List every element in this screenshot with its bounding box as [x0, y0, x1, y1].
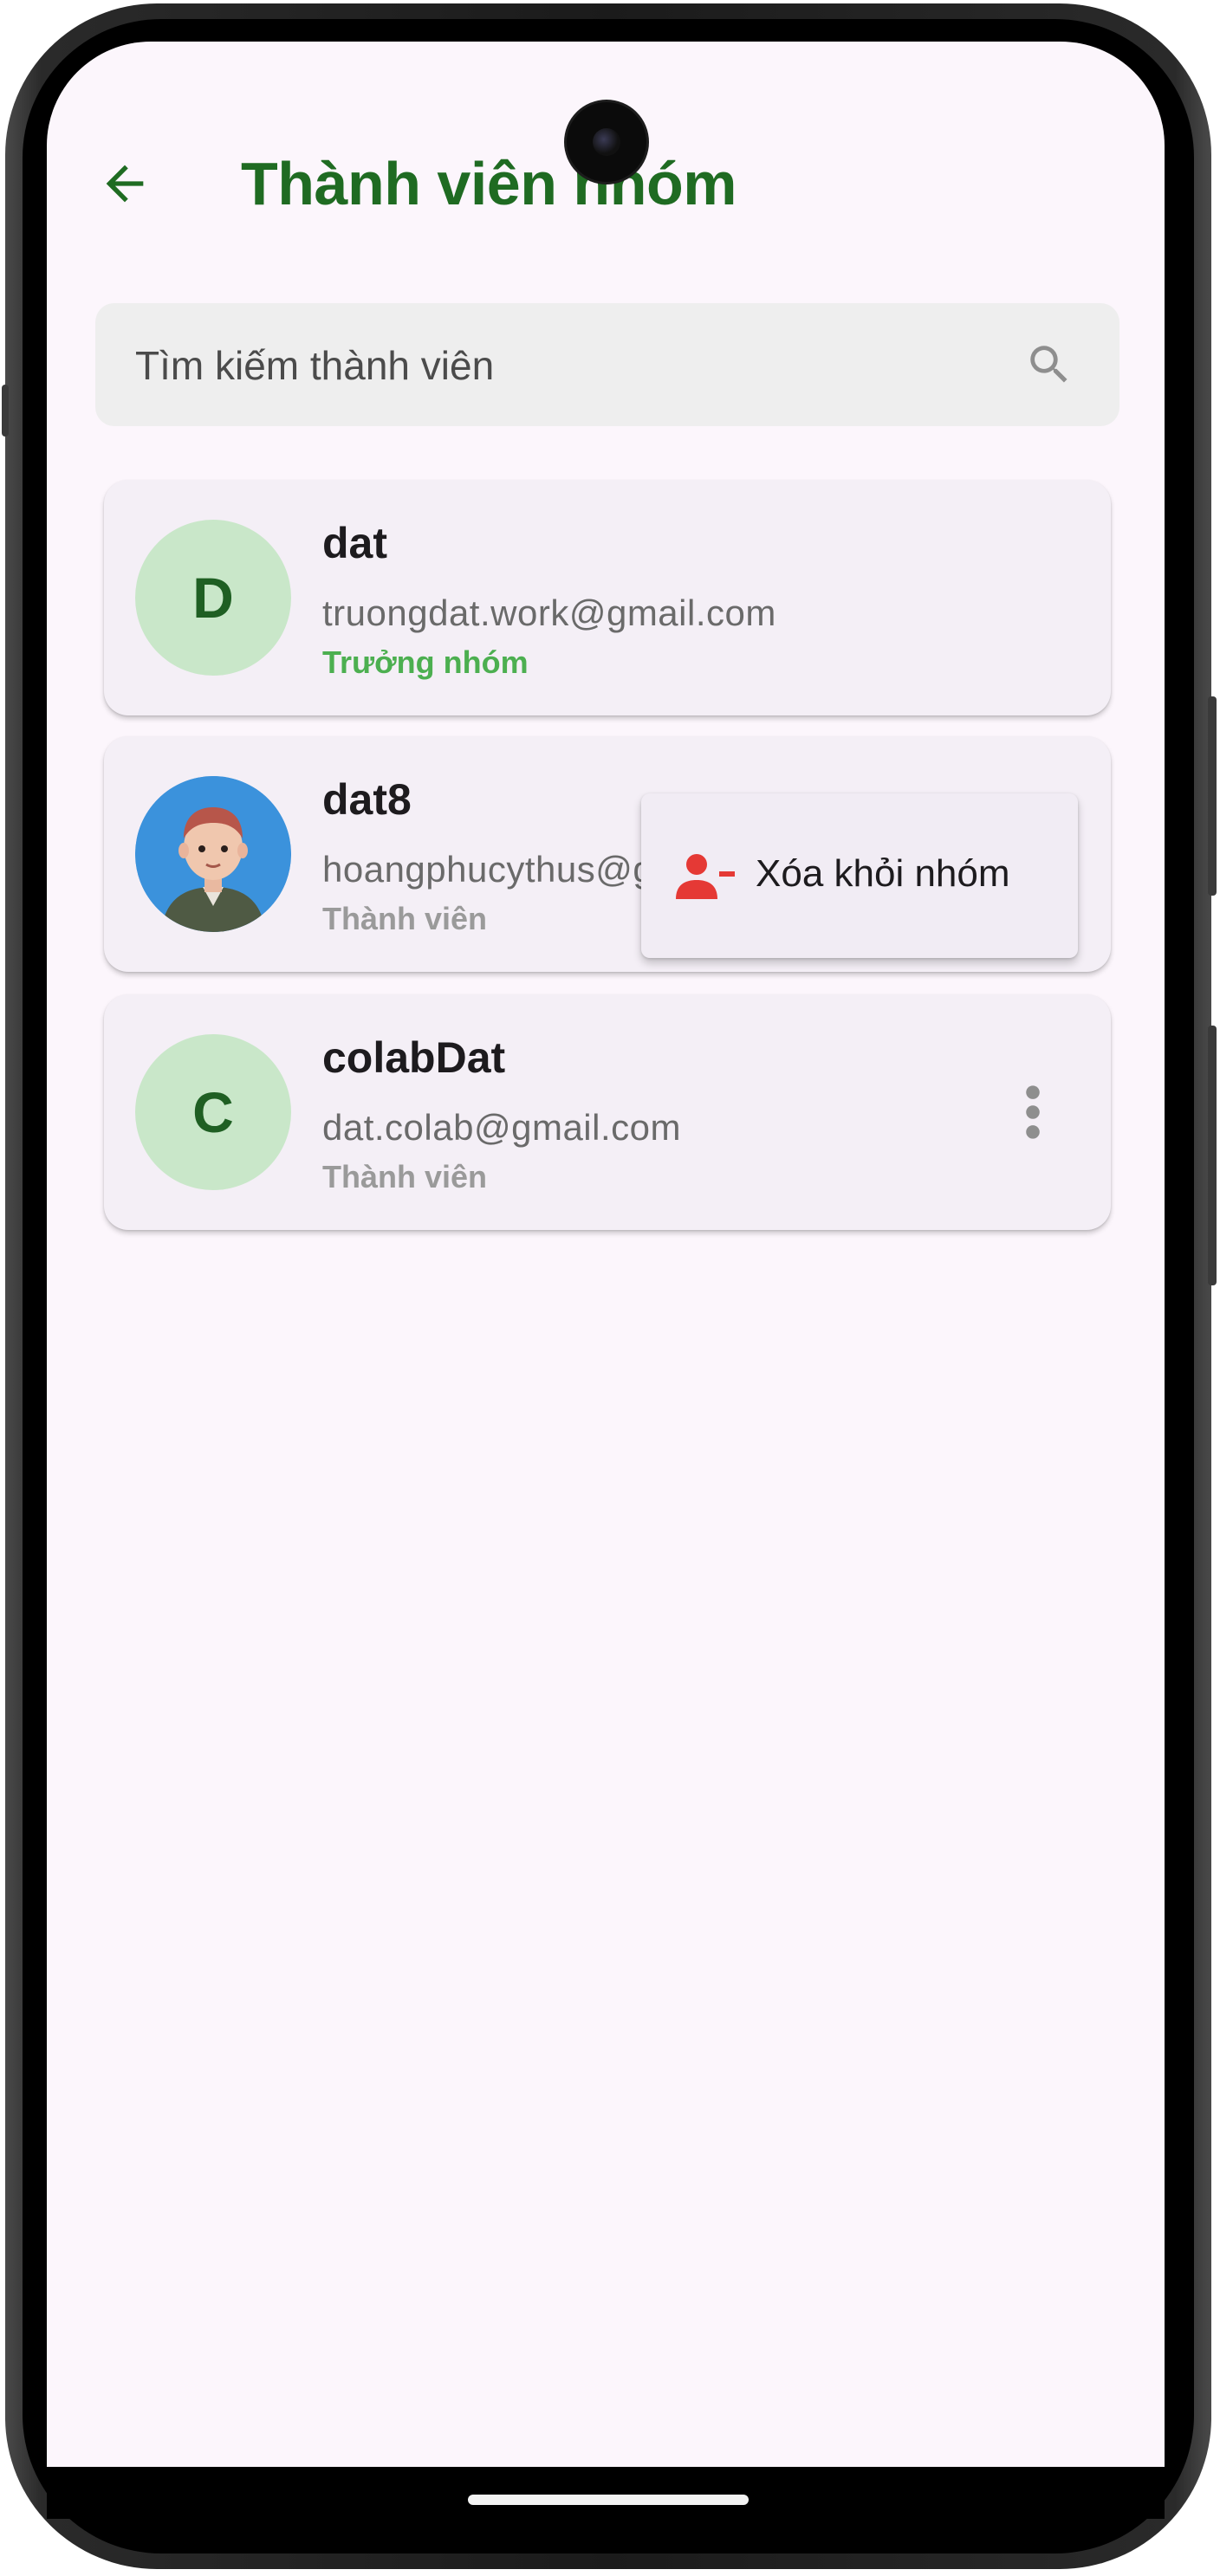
member-card[interactable]: D dat truongdat.work@gmail.com Trưởng nh…	[104, 480, 1111, 715]
member-role: Thành viên	[322, 1159, 488, 1194]
member-context-menu: Xóa khỏi nhóm	[641, 793, 1078, 958]
page-title: Thành viên nhóm	[241, 150, 737, 217]
avatar: D	[135, 520, 291, 676]
member-name: dat	[322, 519, 387, 567]
front-camera	[567, 102, 646, 182]
person-remove-icon	[676, 854, 735, 899]
member-role: Trưởng nhóm	[322, 644, 529, 680]
member-name: colabDat	[322, 1033, 506, 1082]
search-input[interactable]	[133, 303, 1003, 428]
avatar: C	[135, 1034, 291, 1190]
app-screen: Thành viên nhóm D dat truongdat.work@gma…	[47, 42, 1165, 2474]
member-name: dat8	[322, 775, 412, 824]
arrow-back-icon[interactable]	[97, 156, 152, 211]
more-vert-icon[interactable]	[1024, 1084, 1042, 1140]
side-button	[2, 385, 9, 437]
avatar	[135, 776, 291, 932]
remove-from-group-menu-item[interactable]: Xóa khỏi nhóm	[641, 793, 1078, 958]
member-email: hoangphucythus@g	[322, 849, 654, 890]
member-email: truongdat.work@gmail.com	[322, 592, 776, 633]
member-card[interactable]: C colabDat dat.colab@gmail.com Thành viê…	[104, 994, 1111, 1230]
screen-bottom-bar	[47, 2467, 1165, 2519]
avatar-illustration	[135, 776, 291, 932]
home-indicator[interactable]	[468, 2495, 749, 2505]
search-bar[interactable]	[95, 303, 1119, 428]
search-icon[interactable]	[1024, 340, 1074, 390]
member-email: dat.colab@gmail.com	[322, 1107, 681, 1148]
member-role: Thành viên	[322, 901, 488, 936]
volume-button	[1208, 1026, 1217, 1285]
power-button	[1208, 696, 1217, 896]
remove-from-group-label: Xóa khỏi nhóm	[756, 852, 1010, 895]
